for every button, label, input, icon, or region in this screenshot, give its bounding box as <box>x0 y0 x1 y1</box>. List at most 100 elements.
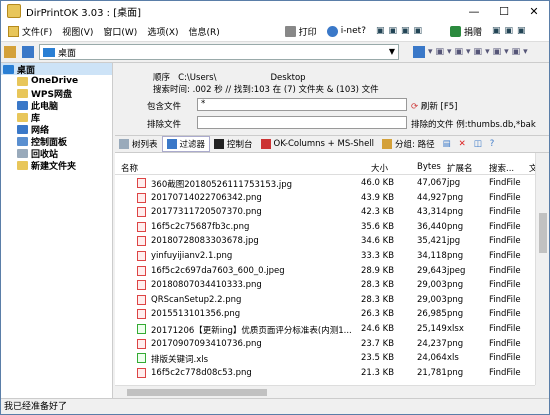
order-label: 顺序 <box>153 73 171 83</box>
cell-bytes: 29,643 <box>417 265 447 276</box>
table-row[interactable]: 16f5c2c75687fb3c.png 35.6 KB 36,440 png Find… <box>115 221 535 233</box>
table-row[interactable]: 20180728083303678.jpg 34.6 KB 35,421 jpg Fin… <box>115 235 535 247</box>
chevron-down-icon: ▼ <box>388 47 395 56</box>
tree-item-library[interactable]: 库 <box>1 111 112 124</box>
cell-size: 23.5 KB <box>361 353 395 364</box>
cell-size: 46.0 KB <box>361 178 395 188</box>
tab-group-path[interactable]: 分组: 路径 <box>378 136 439 152</box>
folder-tree: 桌面 OneDrive WPS网盘 此电脑 库 网络 控制面板 回收站 新建文件… <box>1 63 113 398</box>
cell-size: 34.6 KB <box>361 236 395 247</box>
delete-icon[interactable]: ✕ <box>455 136 470 152</box>
menu-options[interactable]: 选项(X) <box>144 22 181 40</box>
location-combo[interactable]: 桌面 ▼ <box>39 44 399 60</box>
toolbar: 桌面 ▼ ▾▣▾▣▾▣▾▣▾▣▾ <box>1 41 549 63</box>
include-field[interactable]: * <box>197 98 407 111</box>
table-row[interactable]: 20177311720507370.png 42.3 KB 43,314 png Fin… <box>115 206 535 218</box>
col-bytes[interactable]: Bytes <box>417 162 441 172</box>
tab-console[interactable]: 控制台 <box>210 136 257 152</box>
col-ext[interactable]: 扩展名 <box>447 162 473 174</box>
help-icon[interactable]: ? <box>486 136 499 152</box>
path-row: 顺序 C:\Users\ Desktop <box>153 71 306 83</box>
menu-window[interactable]: 窗口(W) <box>100 22 140 40</box>
cell-bytes: 43,314 <box>417 207 447 218</box>
cell-ext: png <box>447 207 464 218</box>
tab-label: 分组: 路径 <box>395 140 435 150</box>
cell-bytes: 34,118 <box>417 251 447 261</box>
cloud-icon <box>17 76 28 86</box>
vertical-scrollbar[interactable] <box>535 153 549 385</box>
minimize-button[interactable]: — <box>459 1 489 21</box>
menu-file-label: 文件(F) <box>22 27 53 38</box>
tab-tree-list[interactable]: 树列表 <box>115 136 162 152</box>
tree-item-recycle-bin[interactable]: 回收站 <box>1 147 112 160</box>
back-icon[interactable] <box>4 46 16 58</box>
table-row[interactable]: 20180807034410333.png 28.3 KB 29,003 png Fin… <box>115 279 535 291</box>
filter-icon <box>166 139 177 149</box>
image-file-icon <box>137 309 146 320</box>
col-name[interactable]: 名称 <box>121 162 138 174</box>
extra-window-icons[interactable]: ▣▣▣ <box>489 22 549 40</box>
refresh-button[interactable]: ⟳ 刷新 [F5] <box>411 100 457 112</box>
tab-label: 树列表 <box>132 140 158 150</box>
close-button[interactable]: ✕ <box>519 1 549 21</box>
table-row[interactable]: 20170907093410736.png 23.7 KB 24,237 png Fin… <box>115 338 535 350</box>
maximize-button[interactable]: ☐ <box>489 1 519 21</box>
export-icon[interactable]: ▤ <box>439 136 455 152</box>
cell-search: FindFile <box>489 353 521 364</box>
library-icon <box>17 112 28 122</box>
cell-ext: jpeg <box>447 265 466 276</box>
tab-ok-columns[interactable]: OK-Columns + MS-Shell <box>257 136 378 152</box>
cell-size: 28.3 KB <box>361 280 395 291</box>
view-options-icons[interactable]: ▾▣▾▣▾▣▾▣▾▣▾ <box>428 47 531 57</box>
exclude-field[interactable] <box>197 116 407 129</box>
col-search[interactable]: 搜索... <box>489 162 514 174</box>
up-folder-icon[interactable] <box>22 46 34 58</box>
table-row[interactable]: 20170714022706342.png 43.9 KB 44,927 png Fin… <box>115 192 535 204</box>
horizontal-scrollbar[interactable] <box>115 385 535 398</box>
tab-filter[interactable]: 过滤器 <box>161 136 211 152</box>
table-row[interactable]: 2015513101356.png 26.3 KB 26,985 png FindFil… <box>115 308 535 320</box>
table-row[interactable]: 360截图20180526111753153.jpg 46.0 KB 47,067 j… <box>115 177 535 190</box>
tree-item-wps[interactable]: WPS网盘 <box>1 87 112 100</box>
donate-button[interactable]: 捐赠 <box>447 22 485 40</box>
cell-name: 16f5c2c778d08c53.png <box>151 367 252 378</box>
recycle-bin-icon <box>17 148 28 158</box>
location-value: 桌面 <box>58 48 77 59</box>
vertical-scroll-thumb[interactable] <box>539 213 547 253</box>
table-row[interactable]: 20171206【更新ing】优质页面评分标准表(内测1... 24.6 KB 25… <box>115 323 535 336</box>
tree-item-control-panel[interactable]: 控制面板 <box>1 135 112 148</box>
tree-item-label: 桌面 <box>17 65 36 76</box>
print-button[interactable]: 打印 <box>282 22 320 40</box>
table-row[interactable]: 16f5c2c697da7603_600_0.jpeg 28.9 KB 29,643… <box>115 265 535 277</box>
window-controls-icons[interactable]: ▣▣▣▣ <box>373 22 443 40</box>
menu-view[interactable]: 视图(V) <box>59 22 96 40</box>
cell-bytes: 35,421 <box>417 236 447 247</box>
table-row[interactable]: QRScanSetup2.2.png 28.3 KB 29,003 png FindFi… <box>115 294 535 306</box>
cell-name: 16f5c2c697da7603_600_0.jpeg <box>151 265 285 276</box>
cell-name: 20170907093410736.png <box>151 338 262 349</box>
cell-bytes: 25,149 <box>417 324 447 334</box>
tree-item-desktop[interactable]: 桌面 <box>1 63 112 76</box>
cell-bytes: 29,003 <box>417 294 447 305</box>
monitor-icon[interactable] <box>413 46 425 58</box>
horizontal-scroll-thumb[interactable] <box>127 389 267 396</box>
tree-item-new-folder[interactable]: 新建文件夹 <box>1 159 112 172</box>
menu-info[interactable]: 信息(R) <box>186 22 223 40</box>
inet-button[interactable]: i-net? <box>324 22 369 40</box>
table-row[interactable]: yinfuyijianv2.1.png 33.3 KB 34,118 png FindF… <box>115 250 535 262</box>
tree-item-onedrive[interactable]: OneDrive <box>1 75 112 87</box>
menu-file[interactable]: 文件(F) <box>5 22 55 40</box>
cell-size: 24.6 KB <box>361 324 395 334</box>
table-row[interactable]: 16f5c2c778d08c53.png 21.3 KB 21,781 png Find… <box>115 367 535 379</box>
status-bar: 我已经准备好了 <box>1 398 549 414</box>
title-bar: DirPrintOK 3.03 : [桌面] — ☐ ✕ <box>1 1 549 21</box>
cell-ext: png <box>447 294 464 305</box>
tree-item-this-pc[interactable]: 此电脑 <box>1 99 112 112</box>
col-size[interactable]: 大小 <box>371 162 388 174</box>
table-row[interactable]: 排版关键词.xls 23.5 KB 24,064 xls FindFile <box>115 352 535 365</box>
cell-name: 16f5c2c75687fb3c.png <box>151 221 250 232</box>
cell-search: FindFile <box>489 236 521 247</box>
tree-item-network[interactable]: 网络 <box>1 123 112 136</box>
include-label: 包含文件 <box>147 102 182 112</box>
copy-icon[interactable]: ◫ <box>470 136 486 152</box>
